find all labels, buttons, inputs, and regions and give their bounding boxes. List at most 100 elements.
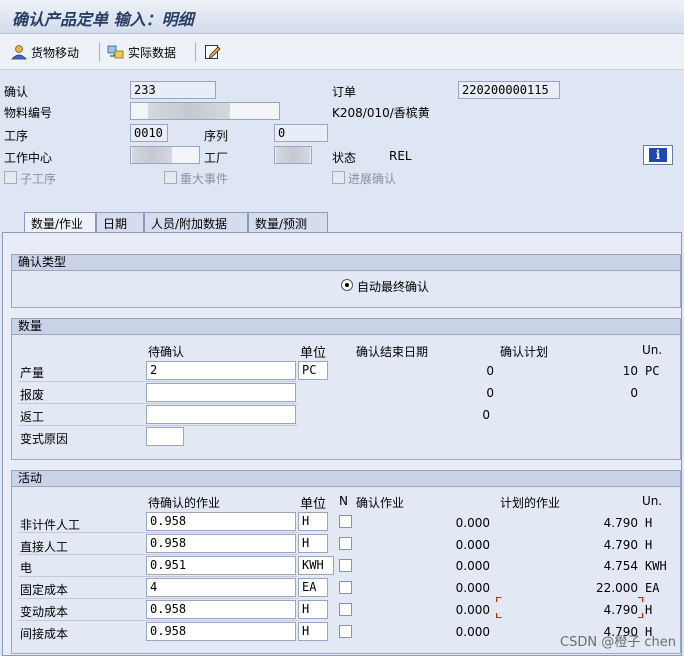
activity-col-pending: 待确认的作业 (148, 496, 221, 510)
yield-input[interactable]: 2 (146, 361, 296, 380)
page-title: 确认产品定单 输入：明细 (12, 10, 194, 29)
info-icon: i (649, 148, 667, 162)
auto-final-confirm-label: 自动最终确认 (357, 280, 430, 294)
progress-confirm-label: 进展确认 (348, 172, 397, 186)
material-description: K208/010/香槟黄 (332, 106, 430, 120)
activity-unit-input[interactable]: KWH (298, 556, 334, 575)
activity-unit-input[interactable]: H (298, 600, 328, 619)
activity-col-confirm: 确认作业 (356, 496, 405, 510)
tab-personnel[interactable]: 人员/附加数据 (144, 212, 248, 233)
activity-confirmed: 0.000 (455, 603, 490, 617)
activity-row-label: 电 (20, 561, 33, 575)
activity-col-unit: 单位 (300, 497, 327, 512)
major-event-label: 重大事件 (180, 172, 229, 186)
activity-value-input[interactable]: 0.958 (146, 512, 296, 531)
variance-reason-input[interactable] (146, 427, 184, 446)
title-bar: 确认产品定单 输入：明细 (0, 0, 684, 34)
actual-data-label: 实际数据 (128, 45, 177, 60)
actual-data-button[interactable]: 实际数据 (107, 41, 176, 63)
yield-unit-input[interactable]: PC (298, 361, 328, 380)
annotation-mark (496, 597, 501, 602)
activity-unit-input[interactable]: H (298, 512, 328, 531)
redacted-material (148, 103, 230, 119)
operation-label: 工序 (4, 129, 29, 143)
activity-confirmed: 0.000 (455, 625, 490, 639)
status-label: 状态 (332, 151, 357, 165)
confirmation-type-header: 确认类型 (12, 255, 680, 271)
activity-no-remaining-checkbox[interactable] (339, 581, 352, 594)
progress-confirm-checkbox[interactable] (332, 171, 345, 184)
activity-planned-unit: KWH (645, 559, 667, 573)
scrap-input[interactable] (146, 383, 296, 402)
toolbar: 货物移动 实际数据 (0, 34, 684, 70)
activity-confirmed: 0.000 (455, 516, 490, 530)
activity-confirmed: 0.000 (455, 538, 490, 552)
order-field[interactable]: 220200000115 (458, 81, 560, 99)
auto-final-confirm-radio[interactable] (341, 279, 353, 291)
tab-dates[interactable]: 日期 (96, 212, 144, 233)
rework-input[interactable] (146, 405, 296, 424)
tab-quantity-forecast[interactable]: 数量/预测 (248, 212, 328, 233)
edit-button[interactable] (204, 41, 222, 63)
activity-row-label: 固定成本 (20, 583, 69, 597)
row-divider (18, 554, 298, 555)
major-event-checkbox[interactable] (164, 171, 177, 184)
row-divider (18, 532, 298, 533)
annotation-mark (496, 613, 501, 618)
confirmation-field[interactable]: 233 (130, 81, 216, 99)
sub-operation-checkbox[interactable] (4, 171, 17, 184)
operation-field[interactable]: 0010 (130, 124, 168, 142)
activity-unit-input[interactable]: EA (298, 578, 328, 597)
goods-movement-label: 货物移动 (31, 45, 80, 60)
activity-confirmed: 0.000 (455, 581, 490, 595)
activity-unit-input[interactable]: H (298, 534, 328, 553)
activity-value-input[interactable]: 0.958 (146, 622, 296, 641)
row-divider (18, 598, 298, 599)
activity-value-input[interactable]: 0.958 (146, 534, 296, 553)
quantity-header: 数量 (12, 319, 680, 335)
goods-movement-button[interactable]: 货物移动 (10, 41, 79, 63)
sub-operation-label: 子工序 (20, 172, 57, 186)
row-divider (18, 425, 298, 426)
confirmation-label: 确认 (4, 85, 29, 99)
info-button[interactable]: i (643, 145, 673, 165)
activity-confirmed: 0.000 (455, 559, 490, 573)
edit-pencil-icon (205, 45, 221, 59)
scrap-plan: 0 (630, 386, 638, 400)
activity-no-remaining-checkbox[interactable] (339, 603, 352, 616)
plant-label: 工厂 (204, 151, 229, 165)
sequence-label: 序列 (204, 129, 229, 143)
quantity-col-pending: 待确认 (148, 345, 185, 359)
rework-end-date: 0 (482, 408, 490, 422)
activity-value-input[interactable]: 0.958 (146, 600, 296, 619)
activity-no-remaining-checkbox[interactable] (339, 559, 352, 572)
activity-col-planned: 计划的作业 (500, 496, 561, 510)
sequence-field[interactable]: 0 (274, 124, 328, 142)
activity-planned: 22.000 (596, 581, 638, 595)
quantity-col-plan: 确认计划 (500, 345, 549, 359)
activity-unit-input[interactable]: H (298, 622, 328, 641)
activity-planned-unit: H (645, 516, 653, 530)
activity-no-remaining-checkbox[interactable] (339, 515, 352, 528)
activity-value-input[interactable]: 0.951 (146, 556, 296, 575)
status-value: REL (389, 149, 412, 163)
tab-quantity-activity[interactable]: 数量/作业 (24, 212, 96, 234)
quantity-col-unit: 单位 (300, 346, 327, 361)
quantity-col-un: Un. (642, 343, 663, 357)
row-divider (18, 620, 298, 621)
toolbar-separator (195, 42, 196, 62)
person-icon (11, 45, 27, 60)
yield-plan: 10 (622, 364, 638, 378)
activity-no-remaining-checkbox[interactable] (339, 625, 352, 638)
quantity-row-label: 变式原因 (20, 432, 69, 446)
activity-no-remaining-checkbox[interactable] (339, 537, 352, 550)
order-label: 订单 (332, 85, 357, 99)
activity-row-label: 间接成本 (20, 627, 69, 641)
activity-planned-unit: H (645, 538, 653, 552)
activity-col-un: Un. (642, 494, 663, 508)
activity-value-input[interactable]: 4 (146, 578, 296, 597)
activity-planned-unit: EA (645, 581, 660, 595)
activity-planned: 4.790 (603, 516, 638, 530)
annotation-mark (638, 613, 643, 618)
scrap-end-date: 0 (486, 386, 494, 400)
